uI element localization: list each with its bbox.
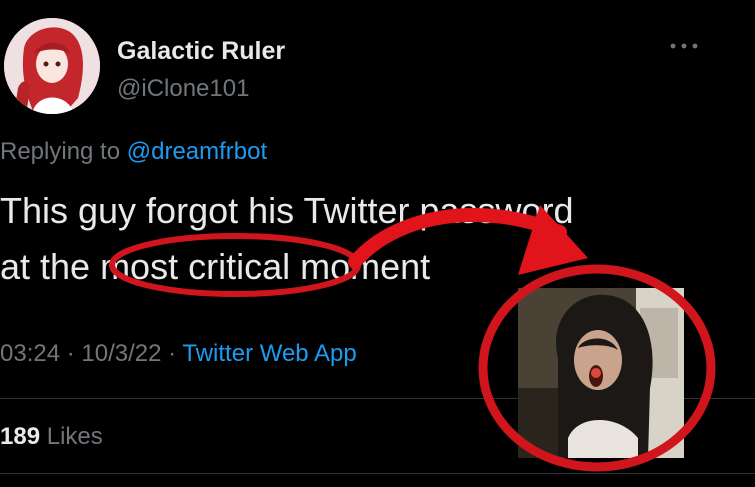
likes-label: Likes — [46, 423, 103, 450]
replying-to-line: Replying to @dreamfrbot — [0, 138, 267, 166]
replying-prefix: Replying to — [0, 138, 121, 165]
author-handle[interactable]: @iClone101 — [117, 75, 249, 103]
tweet-time[interactable]: 03:24 — [0, 340, 60, 367]
replying-mention-link[interactable]: @dreamfrbot — [127, 138, 267, 165]
meta-separator-1: · — [66, 340, 75, 367]
likes-stat[interactable]: 189 Likes — [0, 423, 103, 451]
tweet-text-line-2: at the most critical moment — [0, 246, 431, 287]
tweet-date[interactable]: 10/3/22 — [81, 340, 161, 367]
tweet-text-line-1: This guy forgot his Twitter password — [0, 190, 574, 231]
likes-count: 189 — [0, 423, 41, 450]
avatar[interactable] — [4, 18, 100, 114]
shocked-streamer-webcam-image — [518, 288, 684, 458]
anime-avatar-image — [4, 18, 100, 114]
tweet-text: This guy forgot his Twitter password at … — [0, 183, 680, 295]
tweet-source-link[interactable]: Twitter Web App — [182, 340, 356, 367]
tweet-meta: 03:24 · 10/3/22 · Twitter Web App — [0, 340, 357, 368]
meta-separator-2: · — [168, 340, 177, 367]
author-display-name[interactable]: Galactic Ruler — [117, 37, 285, 66]
more-dots-icon[interactable] — [668, 36, 700, 56]
divider — [0, 473, 755, 474]
